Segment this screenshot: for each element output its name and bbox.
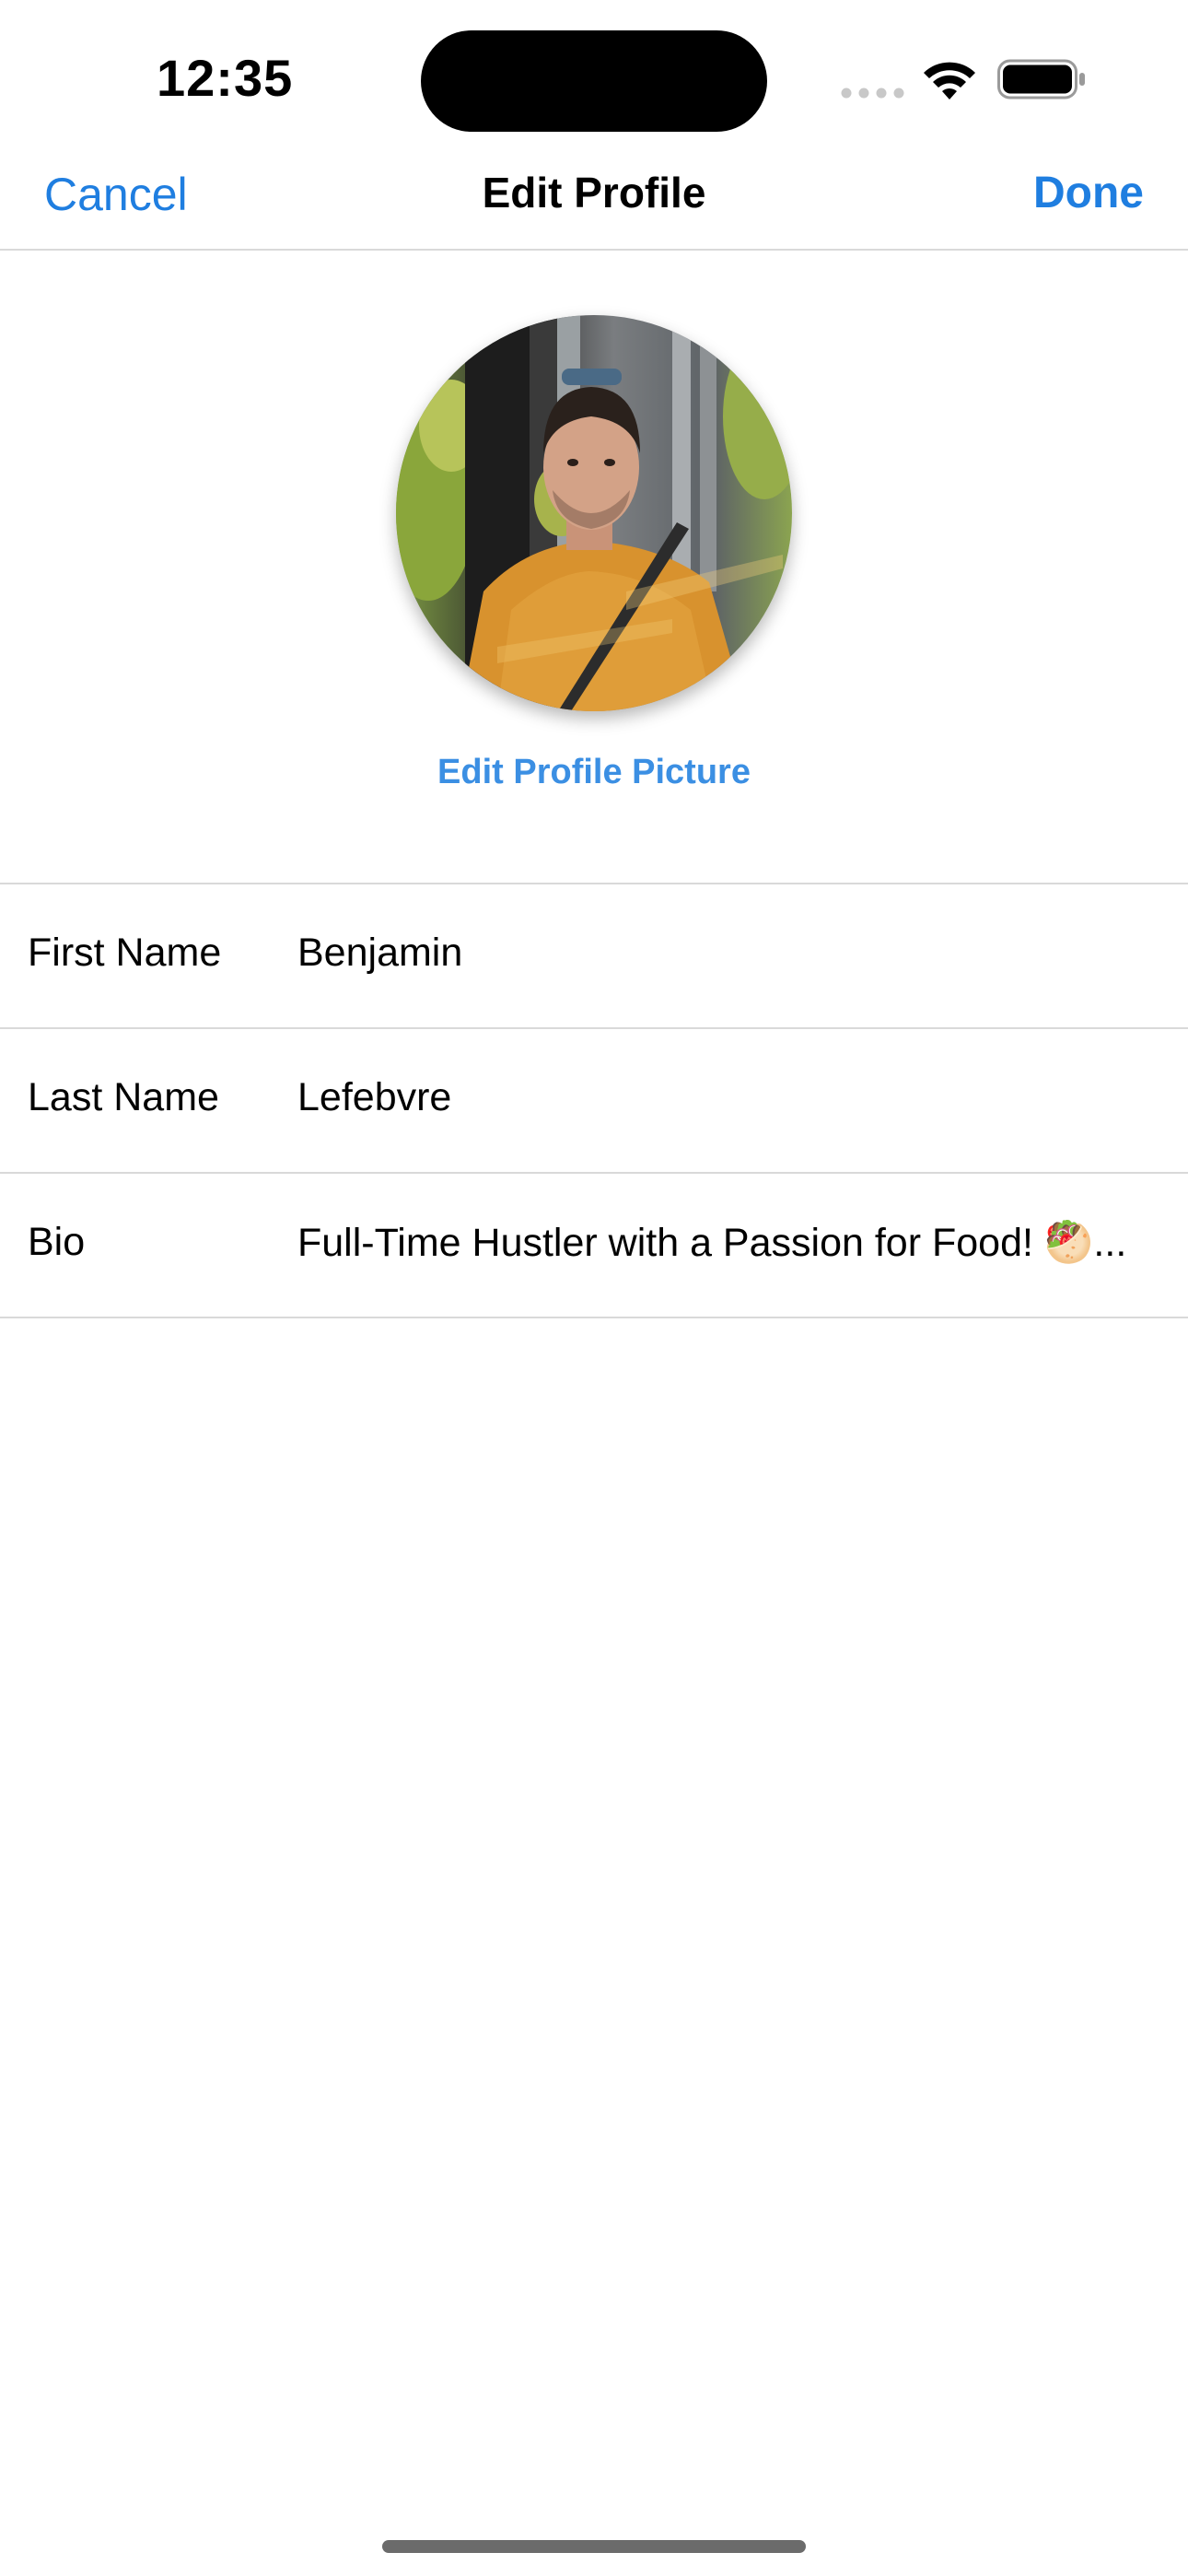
- dynamic-island: [421, 30, 767, 132]
- first-name-label: First Name: [28, 931, 222, 975]
- wifi-icon: [924, 62, 975, 100]
- last-name-label: Last Name: [28, 1075, 219, 1119]
- bio-field[interactable]: Full-Time Hustler with a Passion for Foo…: [297, 1220, 1188, 1266]
- edit-profile-picture-button[interactable]: Edit Profile Picture: [0, 753, 1188, 792]
- bio-label: Bio: [28, 1220, 86, 1264]
- profile-form: First Name Benjamin Last Name Lefebvre B…: [0, 883, 1188, 1318]
- first-name-row[interactable]: First Name Benjamin: [0, 884, 1188, 1029]
- last-name-field[interactable]: Lefebvre: [297, 1075, 1188, 1120]
- cancel-button[interactable]: Cancel: [44, 168, 188, 221]
- profile-photo: [396, 315, 792, 711]
- done-button[interactable]: Done: [1033, 168, 1144, 218]
- first-name-field[interactable]: Benjamin: [297, 931, 1188, 976]
- status-bar: 12:35: [0, 0, 1188, 147]
- battery-icon: [997, 59, 1085, 100]
- status-time: 12:35: [157, 49, 294, 107]
- home-indicator[interactable]: [382, 2540, 806, 2553]
- cellular-dots-icon: [841, 88, 904, 99]
- bio-row[interactable]: Bio Full-Time Hustler with a Passion for…: [0, 1174, 1188, 1318]
- last-name-row[interactable]: Last Name Lefebvre: [0, 1029, 1188, 1174]
- navigation-bar: Cancel Edit Profile Done: [0, 147, 1188, 251]
- profile-avatar[interactable]: [396, 315, 792, 711]
